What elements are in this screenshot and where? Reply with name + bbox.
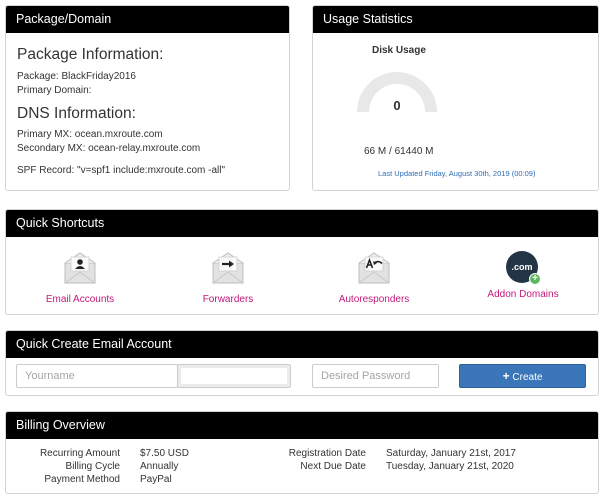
quick-create-title: Quick Create Email Account bbox=[6, 331, 598, 358]
package-value: BlackFriday2016 bbox=[61, 71, 136, 82]
create-button-label: Create bbox=[512, 372, 543, 383]
shortcut-label: Addon Domains bbox=[487, 289, 559, 300]
quick-shortcuts-panel: Quick Shortcuts Email Accounts Forwarder… bbox=[5, 209, 599, 315]
disk-usage-text: 66 M / 61440 M bbox=[364, 146, 434, 157]
payment-method-label: Payment Method bbox=[44, 474, 120, 485]
primary-domain-label: Primary Domain: bbox=[17, 85, 92, 96]
spf-value: "v=spf1 include:mxroute.com -all" bbox=[77, 165, 226, 176]
autoresponders-icon bbox=[358, 252, 390, 284]
shortcut-forwarders[interactable]: Forwarders bbox=[168, 251, 288, 305]
password-input[interactable] bbox=[312, 364, 439, 388]
recurring-amount-value: $7.50 USD bbox=[140, 448, 189, 459]
quick-create-panel: Quick Create Email Account + Create bbox=[5, 330, 599, 396]
shortcut-label: Autoresponders bbox=[338, 294, 410, 305]
gauge-value: 0 bbox=[393, 98, 401, 113]
primary-mx-line: Primary MX: ocean.mxroute.com bbox=[17, 129, 163, 140]
shortcut-label: Email Accounts bbox=[45, 294, 115, 305]
next-due-date-label: Next Due Date bbox=[300, 461, 366, 472]
dns-info-heading: DNS Information: bbox=[17, 105, 136, 122]
package-info-heading: Package Information: bbox=[17, 46, 164, 63]
package-domain-panel: Package/Domain Package Information: Pack… bbox=[5, 5, 290, 191]
secondary-mx-line: Secondary MX: ocean-relay.mxroute.com bbox=[17, 143, 200, 154]
secondary-mx-label: Secondary MX: bbox=[17, 143, 86, 154]
next-due-date-value: Tuesday, January 21st, 2020 bbox=[386, 461, 514, 472]
usage-statistics-panel: Usage Statistics Disk Usage 0 66 M / 614… bbox=[312, 5, 599, 191]
forwarders-icon bbox=[212, 252, 244, 284]
billing-cycle-value: Annually bbox=[140, 461, 179, 472]
secondary-mx-value: ocean-relay.mxroute.com bbox=[88, 143, 201, 154]
addon-domains-icon: .com + bbox=[506, 251, 541, 285]
registration-date-value: Saturday, January 21st, 2017 bbox=[386, 448, 516, 459]
shortcut-label: Forwarders bbox=[202, 294, 254, 305]
plus-icon: + bbox=[502, 369, 510, 383]
domain-badge-text: .com bbox=[511, 262, 533, 272]
username-input[interactable] bbox=[16, 364, 178, 388]
package-domain-title: Package/Domain bbox=[6, 6, 289, 33]
plus-badge-icon: + bbox=[529, 273, 541, 285]
disk-usage-title: Disk Usage bbox=[372, 45, 426, 56]
last-updated-text: Last Updated Friday, August 30th, 2019 (… bbox=[378, 169, 536, 178]
shortcut-autoresponders[interactable]: Autoresponders bbox=[314, 251, 434, 305]
email-accounts-icon bbox=[64, 252, 96, 284]
domain-select[interactable] bbox=[177, 364, 291, 388]
usage-statistics-title: Usage Statistics bbox=[313, 6, 598, 33]
package-line: Package: BlackFriday2016 bbox=[17, 71, 136, 82]
spf-label: SPF Record: bbox=[17, 165, 75, 176]
shortcut-email-accounts[interactable]: Email Accounts bbox=[20, 251, 140, 305]
shortcut-addon-domains[interactable]: .com + Addon Domains bbox=[463, 251, 583, 300]
recurring-amount-label: Recurring Amount bbox=[39, 448, 120, 459]
quick-shortcuts-title: Quick Shortcuts bbox=[6, 210, 598, 237]
primary-domain-line: Primary Domain: bbox=[17, 85, 91, 96]
package-label: Package: bbox=[17, 71, 59, 82]
billing-overview-panel: Billing Overview Recurring Amount $7.50 … bbox=[5, 411, 599, 494]
create-button[interactable]: + Create bbox=[459, 364, 586, 388]
registration-date-label: Registration Date bbox=[288, 448, 366, 459]
payment-method-value: PayPal bbox=[140, 474, 172, 485]
billing-overview-title: Billing Overview bbox=[6, 412, 598, 439]
primary-mx-value: ocean.mxroute.com bbox=[74, 129, 163, 140]
primary-mx-label: Primary MX: bbox=[17, 129, 72, 140]
spf-line: SPF Record: "v=spf1 include:mxroute.com … bbox=[17, 165, 225, 176]
billing-cycle-label: Billing Cycle bbox=[65, 461, 120, 472]
